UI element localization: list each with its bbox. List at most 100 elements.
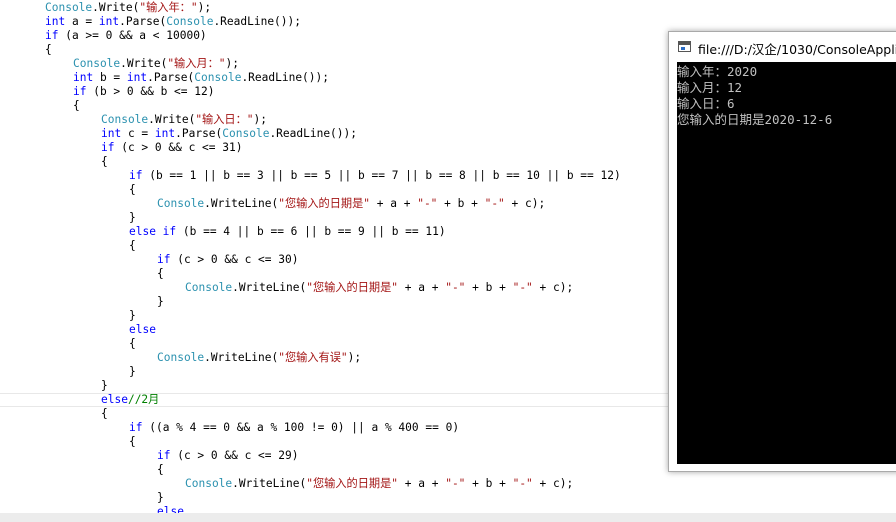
code-line: {	[157, 267, 164, 281]
code-token: );	[197, 1, 212, 14]
code-token: if	[101, 141, 115, 154]
code-token: .Write(	[120, 57, 168, 70]
console-line-month: 输入月：12	[677, 80, 743, 95]
code-line: if ((a % 4 == 0 && a % 100 != 0) || a % …	[129, 421, 459, 435]
code-token: Console	[101, 113, 149, 126]
code-token: ((a % 4 == 0 && a % 100 != 0) || a % 400…	[142, 421, 460, 434]
code-token: if	[45, 29, 59, 42]
code-token: "您输入的日期是"	[306, 477, 399, 490]
code-line: {	[129, 183, 136, 197]
code-token: if	[129, 169, 143, 182]
code-token: + b +	[465, 477, 513, 490]
code-token: }	[129, 309, 136, 322]
code-line: if (c > 0 && c <= 29)	[157, 449, 298, 463]
code-line: Console.WriteLine("您输入的日期是" + a + "-" + …	[185, 281, 573, 295]
code-token: {	[73, 99, 80, 112]
code-token: "-"	[417, 197, 438, 210]
code-token: (b == 1 || b == 3 || b == 5 || b == 7 ||…	[142, 169, 621, 182]
code-token: "-"	[484, 197, 505, 210]
code-token: int	[154, 127, 176, 140]
code-line: Console.WriteLine("您输入的日期是" + a + "-" + …	[157, 197, 545, 211]
code-token: "输入年："	[139, 1, 198, 14]
code-token: Console	[157, 197, 205, 210]
code-token: Console	[157, 351, 205, 364]
code-line: {	[157, 463, 164, 477]
code-token: {	[129, 337, 136, 350]
code-line: Console.WriteLine("您输入有误");	[157, 351, 361, 365]
code-token: );	[347, 351, 362, 364]
code-token: (b > 0 && b <= 12)	[86, 85, 215, 98]
code-token: );	[225, 57, 240, 70]
code-token: {	[157, 267, 164, 280]
code-token: .	[92, 1, 99, 14]
code-token: }	[157, 295, 164, 308]
code-token: else if	[129, 225, 177, 238]
code-line: if (b == 1 || b == 3 || b == 5 || b == 7…	[129, 169, 621, 183]
code-token: int	[126, 71, 148, 84]
code-line: {	[101, 407, 108, 421]
code-token: .WriteLine(	[204, 197, 279, 210]
code-line: Console.Write("输入年：");	[45, 1, 211, 15]
code-token: .Parse(	[119, 15, 167, 28]
code-token: {	[129, 435, 136, 448]
code-token: if	[157, 449, 171, 462]
code-line: int b = int.Parse(Console.ReadLine());	[73, 71, 329, 85]
code-token: (c > 0 && c <= 30)	[170, 253, 299, 266]
code-line: int c = int.Parse(Console.ReadLine());	[101, 127, 357, 141]
code-token: + a +	[398, 477, 446, 490]
code-line: }	[157, 295, 164, 309]
code-token: if	[129, 421, 143, 434]
code-token: + c);	[532, 281, 574, 294]
code-token: + b +	[465, 281, 513, 294]
code-token: Console	[73, 57, 121, 70]
code-line: {	[101, 155, 108, 169]
code-token: Console	[185, 281, 233, 294]
code-token: Console	[185, 477, 233, 490]
code-line: }	[157, 491, 164, 505]
code-token: "您输入有误"	[278, 351, 348, 364]
code-token: + b +	[437, 197, 485, 210]
code-line: if (c > 0 && c <= 31)	[101, 141, 242, 155]
console-line-result: 您输入的日期是2020-12-6	[677, 112, 833, 127]
code-token: c =	[121, 127, 155, 140]
code-token: "-"	[512, 281, 533, 294]
code-line: Console.WriteLine("您输入的日期是" + a + "-" + …	[185, 477, 573, 491]
code-line: else if (b == 4 || b == 6 || b == 9 || b…	[129, 225, 446, 239]
code-line: }	[129, 365, 136, 379]
code-line: if (b > 0 && b <= 12)	[73, 85, 214, 99]
code-line: {	[129, 239, 136, 253]
code-token: }	[129, 365, 136, 378]
code-line: Console.Write("输入月：");	[73, 57, 239, 71]
code-token: {	[129, 239, 136, 252]
code-token: .Parse(	[175, 127, 223, 140]
console-window[interactable]: file:///D:/汉企/1030/ConsoleApplic 输入年：202…	[668, 31, 896, 472]
code-token: Console	[222, 127, 270, 140]
code-token: if	[157, 253, 171, 266]
code-token: {	[45, 43, 52, 56]
code-token: .WriteLine(	[232, 281, 307, 294]
code-line: {	[129, 435, 136, 449]
code-line: {	[129, 337, 136, 351]
code-token: .Parse(	[147, 71, 195, 84]
code-token: .WriteLine(	[204, 351, 279, 364]
code-token: "-"	[445, 281, 466, 294]
code-token: .ReadLine());	[213, 15, 301, 28]
code-token: {	[129, 183, 136, 196]
code-token: .ReadLine());	[241, 71, 329, 84]
code-token: + a +	[398, 281, 446, 294]
code-token: "输入日："	[195, 113, 254, 126]
code-token: Write	[98, 1, 133, 14]
code-line: {	[45, 43, 52, 57]
code-token: else	[129, 323, 156, 336]
horizontal-scrollbar[interactable]	[0, 513, 896, 522]
code-token: .Write(	[148, 113, 196, 126]
code-token: "-"	[445, 477, 466, 490]
console-title-bar[interactable]: file:///D:/汉企/1030/ConsoleApplic	[669, 32, 896, 62]
code-line: }	[129, 211, 136, 225]
code-token: (a >= 0 && a < 10000)	[58, 29, 207, 42]
code-token: (b == 4 || b == 6 || b == 9 || b == 11)	[176, 225, 446, 238]
code-token: {	[101, 407, 108, 420]
code-token: "-"	[512, 477, 533, 490]
code-line: if (c > 0 && c <= 30)	[157, 253, 298, 267]
code-line: int a = int.Parse(Console.ReadLine());	[45, 15, 301, 29]
